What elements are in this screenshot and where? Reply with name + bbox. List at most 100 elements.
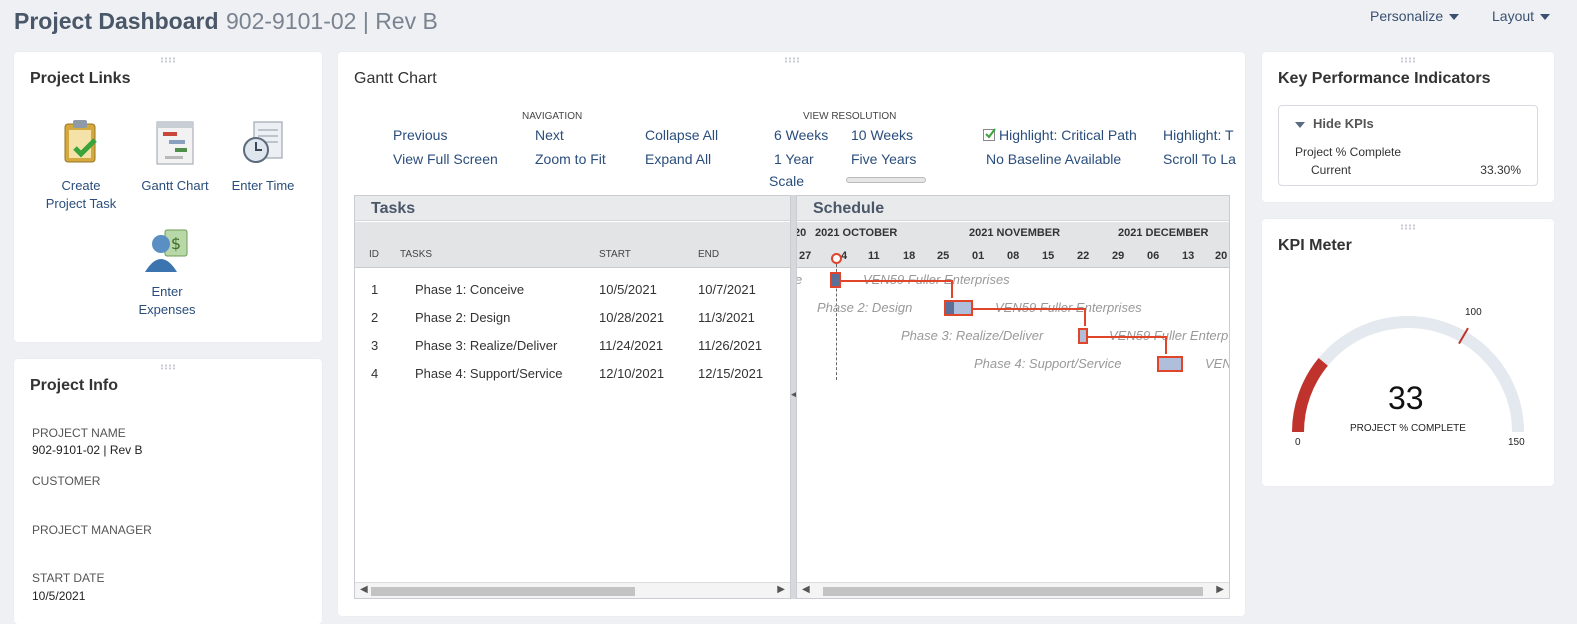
day-label: 11 [868, 250, 880, 262]
cell-id: 2 [371, 310, 379, 325]
triangle-down-icon [1295, 121, 1305, 128]
drag-handle[interactable] [160, 364, 176, 370]
dependency-line [841, 280, 952, 282]
kpi-current-label: Current [1311, 163, 1352, 177]
bar-label: Phase 3: Realize/Deliver [901, 328, 1044, 343]
chevron-down-icon [1449, 14, 1460, 21]
scroll-thumb[interactable] [823, 587, 1203, 596]
enter-time-link[interactable]: Enter Time [218, 118, 308, 195]
cell-task: Phase 2: Design [415, 310, 511, 325]
drag-handle[interactable] [783, 57, 800, 63]
tasks-grid: Tasks ID TASKS START END 1 Phase 1: Conc… [354, 195, 791, 599]
kpi-box: Hide KPIs Project % Complete Current 33.… [1278, 105, 1538, 186]
table-row[interactable]: 2 Phase 2: Design 10/28/2021 11/3/2021 [355, 304, 790, 332]
kpi-portlet: Key Performance Indicators Hide KPIs Pro… [1262, 52, 1554, 202]
cell-end: 10/7/2021 [698, 282, 756, 297]
scroll-to-link[interactable]: Scroll To La [1163, 151, 1236, 167]
scale-label: Scale [769, 173, 805, 189]
personalize-menu[interactable]: Personalize [1370, 8, 1460, 24]
month-label: 20 [797, 227, 807, 239]
no-baseline-text: No Baseline Available [986, 151, 1122, 167]
gantt-bar-phase-1[interactable] [830, 272, 841, 288]
scroll-right-icon[interactable]: ▶ [1216, 584, 1224, 595]
gantt-bar-phase-2[interactable] [944, 300, 973, 316]
dependency-line [951, 280, 953, 298]
day-label: 08 [1007, 250, 1020, 262]
table-row[interactable]: 3 Phase 3: Realize/Deliver 11/24/2021 11… [355, 332, 790, 360]
col-id[interactable]: ID [369, 249, 379, 260]
previous-link[interactable]: Previous [393, 127, 447, 143]
drag-handle[interactable] [160, 57, 176, 63]
gantt-bar-phase-4[interactable] [1157, 356, 1183, 372]
month-label: 2021 OCTOBER [815, 227, 898, 239]
col-tasks[interactable]: TASKS [400, 249, 432, 260]
one-year-link[interactable]: 1 Year [774, 151, 814, 167]
page-title: Project Dashboard [14, 8, 219, 34]
five-years-link[interactable]: Five Years [851, 151, 916, 167]
portlet-title: Gantt Chart [354, 70, 437, 87]
day-label: 15 [1042, 250, 1055, 262]
scroll-thumb[interactable] [371, 587, 635, 596]
day-label: 20 [1215, 250, 1228, 262]
day-label: 06 [1147, 250, 1160, 262]
portlet-title: Project Info [30, 377, 119, 394]
create-project-task-link[interactable]: Create Project Task [36, 118, 126, 213]
cell-task: Phase 3: Realize/Deliver [415, 338, 558, 353]
day-label: 01 [972, 250, 985, 262]
month-label: 2021 DECEMBER [1118, 227, 1209, 239]
cell-task: Phase 4: Support/Service [415, 366, 563, 381]
scroll-left-icon[interactable]: ◀ [360, 584, 368, 595]
day-label: 25 [937, 250, 950, 262]
cell-id: 4 [371, 366, 379, 381]
six-weeks-link[interactable]: 6 Weeks [774, 127, 828, 143]
layout-menu[interactable]: Layout [1492, 8, 1551, 24]
day-label: 22 [1077, 250, 1090, 262]
top-bar: Project Dashboard 902-9101-02 | Rev B Pe… [0, 0, 1577, 44]
start-date-value: 10/5/2021 [32, 589, 86, 603]
month-label: 2021 NOVEMBER [969, 227, 1061, 239]
svg-text:$: $ [171, 234, 181, 253]
tasks-pane-title: Tasks [355, 196, 790, 221]
gantt-chart-link[interactable]: Gantt Chart [130, 118, 220, 195]
project-manager-label: PROJECT MANAGER [32, 523, 152, 537]
ten-weeks-link[interactable]: 10 Weeks [851, 127, 913, 143]
tasks-horizontal-scrollbar[interactable]: ◀ ▶ [355, 582, 790, 598]
scroll-left-icon[interactable]: ◀ [802, 584, 810, 595]
zoom-to-fit-link[interactable]: Zoom to Fit [535, 151, 606, 167]
day-label: 27 [799, 250, 812, 262]
gantt-bar-phase-3[interactable] [1078, 328, 1088, 344]
cell-start: 12/10/2021 [599, 366, 665, 381]
expand-all-link[interactable]: Expand All [645, 151, 711, 167]
highlight-critical-path-toggle[interactable]: Highlight: Critical Path [983, 127, 1137, 143]
gantt-chart-icon [156, 121, 194, 165]
meter-max: 150 [1508, 437, 1525, 448]
gantt-chart-portlet: Gantt Chart NAVIGATION VIEW RESOLUTION P… [338, 52, 1245, 616]
dependency-line [1084, 308, 1086, 326]
scroll-right-icon[interactable]: ▶ [777, 584, 785, 595]
col-end[interactable]: END [698, 249, 719, 260]
table-row[interactable]: 1 Phase 1: Conceive 10/5/2021 10/7/2021 [355, 276, 790, 304]
project-name-value: 902-9101-02 | Rev B [32, 443, 143, 457]
enter-expenses-link[interactable]: $ Enter Expenses [122, 226, 212, 319]
meter-value: 33 [1388, 380, 1424, 416]
kpi-current-value: 33.30% [1480, 163, 1521, 177]
meter-min: 0 [1295, 437, 1301, 448]
view-full-screen-link[interactable]: View Full Screen [393, 151, 498, 167]
page-subtitle: 902-9101-02 | Rev B [226, 8, 438, 34]
chevron-down-icon [1540, 14, 1551, 21]
collapse-all-link[interactable]: Collapse All [645, 127, 718, 143]
portlet-title: Key Performance Indicators [1278, 70, 1491, 87]
kpi-metric-name: Project % Complete [1295, 145, 1402, 159]
next-link[interactable]: Next [535, 127, 564, 143]
highlight-other-link[interactable]: Highlight: T [1163, 127, 1234, 143]
scale-slider[interactable] [846, 177, 926, 183]
kpi-meter-portlet: KPI Meter 33 PROJECT % COMPLETE 0 150 10… [1262, 219, 1554, 486]
hide-kpis-toggle[interactable]: Hide KPIs [1295, 116, 1374, 131]
meter-caption: PROJECT % COMPLETE [1350, 423, 1466, 434]
schedule-horizontal-scrollbar[interactable]: ◀ ▶ [797, 582, 1229, 598]
table-row[interactable]: 4 Phase 4: Support/Service 12/10/2021 12… [355, 360, 790, 388]
bar-label: Phase 4: Support/Service [974, 356, 1122, 371]
col-start[interactable]: START [599, 249, 631, 260]
checkbox-checked-icon[interactable] [983, 128, 996, 141]
drag-handle[interactable] [1400, 57, 1416, 63]
